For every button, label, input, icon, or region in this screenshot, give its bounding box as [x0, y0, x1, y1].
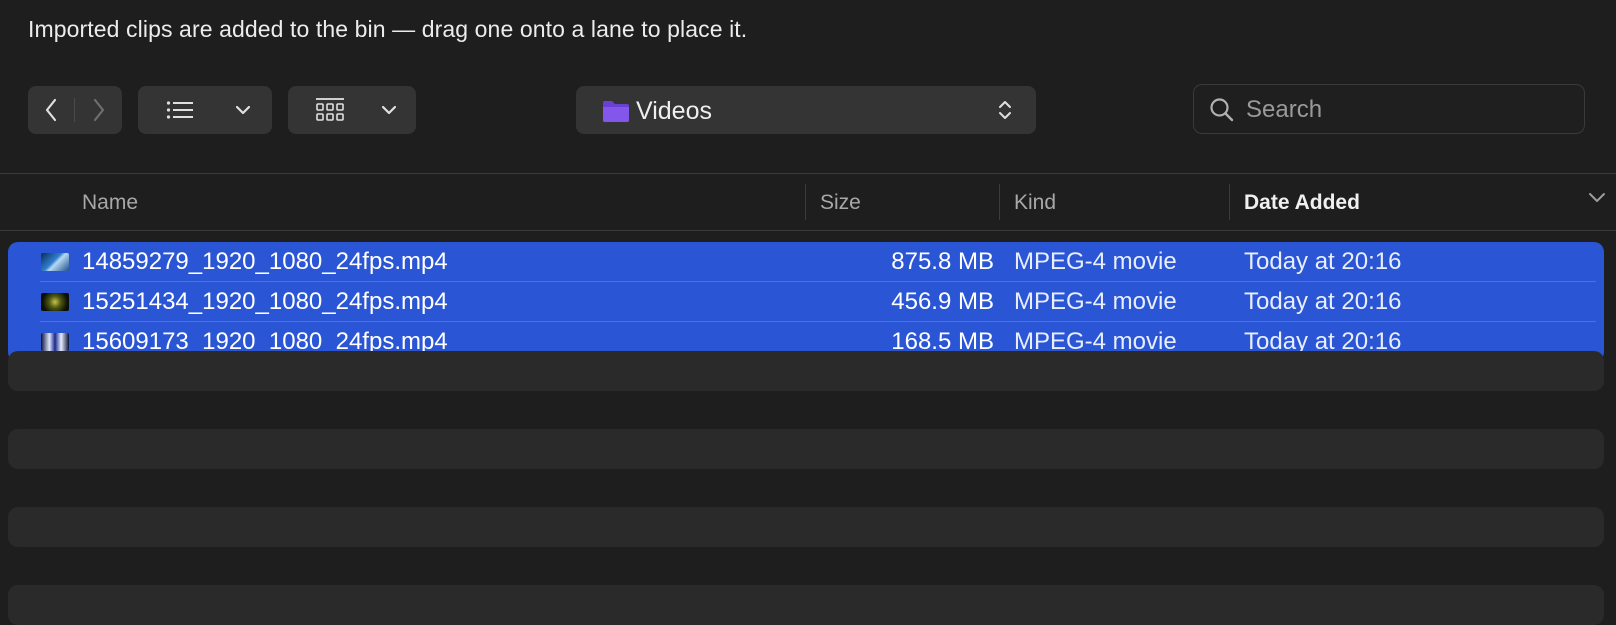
- folder-name: Videos: [636, 97, 712, 125]
- list-view-menu[interactable]: [138, 86, 272, 134]
- column-header: Name Size Kind Date Added: [0, 174, 1616, 230]
- header-bottom-divider: [0, 230, 1616, 231]
- sort-descending-icon[interactable]: [1588, 190, 1606, 204]
- chevron-right-icon: [93, 98, 104, 122]
- grid-icon: [316, 98, 344, 121]
- video-thumbnail-icon: [41, 293, 69, 311]
- column-divider[interactable]: [805, 184, 806, 220]
- file-date-added: Today at 20:16: [1244, 288, 1402, 315]
- file-kind: MPEG-4 movie: [1014, 248, 1177, 275]
- group-options-dropdown[interactable]: [374, 86, 404, 134]
- column-header-size[interactable]: Size: [820, 191, 861, 215]
- file-name: 15251434_1920_1080_24fps.mp4: [82, 288, 448, 315]
- grid-view-button[interactable]: [312, 86, 348, 134]
- toolbar: Videos: [0, 84, 1616, 134]
- file-name: 14859279_1920_1080_24fps.mp4: [82, 248, 448, 275]
- search-field[interactable]: [1193, 84, 1585, 134]
- column-divider[interactable]: [1229, 184, 1230, 220]
- group-view-menu[interactable]: [288, 86, 416, 134]
- file-date-added: Today at 20:16: [1244, 248, 1402, 275]
- back-button[interactable]: [28, 86, 74, 134]
- import-hint-text: Imported clips are added to the bin — dr…: [28, 16, 748, 42]
- file-row[interactable]: 14859279_1920_1080_24fps.mp4 875.8 MB MP…: [8, 242, 1604, 282]
- column-header-name[interactable]: Name: [82, 191, 138, 215]
- location-popup[interactable]: Videos: [576, 86, 1036, 134]
- file-kind: MPEG-4 movie: [1014, 288, 1177, 315]
- search-input[interactable]: [1244, 93, 1568, 127]
- forward-button[interactable]: [75, 86, 122, 134]
- up-down-chevron-icon: [999, 101, 1011, 119]
- file-size: 456.9 MB: [891, 288, 994, 315]
- chevron-down-icon: [381, 105, 397, 115]
- file-size: 875.8 MB: [891, 248, 994, 275]
- list-icon: [166, 101, 193, 119]
- folder-icon: [603, 101, 629, 122]
- file-row[interactable]: 15251434_1920_1080_24fps.mp4 456.9 MB MP…: [8, 282, 1604, 322]
- navigation-buttons: [28, 86, 122, 134]
- empty-row: [8, 585, 1604, 625]
- empty-row: [8, 429, 1604, 469]
- empty-row: [8, 507, 1604, 547]
- empty-row: [8, 351, 1604, 391]
- column-header-kind[interactable]: Kind: [1014, 191, 1056, 215]
- video-thumbnail-icon: [41, 333, 69, 351]
- video-thumbnail-icon: [41, 253, 69, 271]
- chevron-down-icon: [235, 105, 251, 115]
- chevron-left-icon: [45, 98, 57, 122]
- list-view-button[interactable]: [162, 86, 198, 134]
- column-divider[interactable]: [999, 184, 1000, 220]
- view-options-dropdown[interactable]: [228, 86, 258, 134]
- search-icon: [1210, 98, 1234, 122]
- column-header-date-added[interactable]: Date Added: [1244, 191, 1360, 215]
